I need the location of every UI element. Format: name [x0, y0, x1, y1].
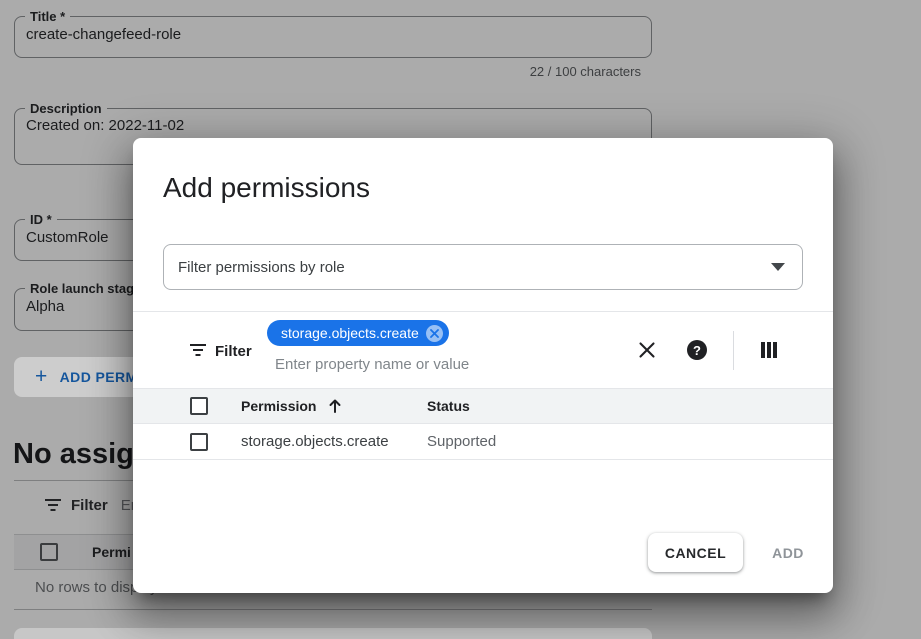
permission-column-header[interactable]: Permission [241, 398, 427, 414]
create-role-page: Title * create-changefeed-role 22 / 100 … [0, 0, 921, 639]
permissions-table-header: Permission Status [133, 388, 833, 424]
filter-label: Filter [215, 343, 252, 360]
chip-remove-icon[interactable] [426, 325, 443, 342]
filter-icon [189, 344, 207, 357]
filter-chip-text: storage.objects.create [281, 325, 419, 341]
plus-icon: + [35, 367, 48, 387]
filter-chip[interactable]: storage.objects.create [267, 320, 449, 346]
id-field-label: ID * [25, 212, 57, 227]
role-launch-stage-value: Alpha [26, 298, 64, 315]
column-display-icon[interactable] [755, 336, 783, 364]
status-column-header: Status [427, 398, 470, 414]
add-permissions-button-label: ADD PERM [60, 369, 138, 385]
row-checkbox[interactable] [190, 433, 208, 451]
title-field-label: Title * [25, 9, 70, 24]
toolbar-divider [733, 331, 734, 370]
background-permission-column-header: Permi [92, 544, 131, 560]
row-status: Supported [427, 433, 496, 450]
dialog-title: Add permissions [163, 172, 370, 204]
filter-property-input[interactable] [275, 356, 575, 373]
title-char-counter: 22 / 100 characters [530, 64, 641, 79]
filter-permissions-by-role-select[interactable]: Filter permissions by role [163, 244, 803, 290]
help-icon[interactable]: ? [683, 336, 711, 364]
title-field-value: create-changefeed-role [26, 26, 181, 43]
select-all-checkbox[interactable] [190, 397, 208, 415]
description-field-label: Description [25, 101, 107, 116]
chevron-down-icon [771, 263, 785, 271]
table-bottom-divider [14, 609, 652, 610]
description-field-value: Created on: 2022-11-02 [26, 117, 184, 134]
row-permission: storage.objects.create [241, 433, 427, 450]
filter-icon [44, 499, 62, 512]
clear-filter-icon[interactable] [633, 336, 661, 364]
background-filter-bar[interactable]: Filter En [44, 497, 139, 514]
add-button[interactable]: ADD [758, 533, 818, 572]
sort-ascending-icon[interactable] [328, 398, 342, 414]
permissions-filter-toolbar: Filter storage.objects.create ? [133, 311, 833, 388]
next-section-panel [14, 628, 652, 639]
add-permissions-dialog: Add permissions Filter permissions by ro… [133, 138, 833, 593]
cancel-button[interactable]: CANCEL [648, 533, 743, 572]
id-field-value: CustomRole [26, 229, 109, 246]
table-row[interactable]: storage.objects.create Supported [133, 424, 833, 460]
role-select-value: Filter permissions by role [178, 259, 771, 276]
select-all-checkbox[interactable] [40, 543, 58, 561]
role-launch-stage-label: Role launch stag [25, 281, 139, 296]
background-filter-label: Filter [71, 497, 108, 514]
title-field[interactable]: Title * create-changefeed-role [14, 16, 652, 58]
